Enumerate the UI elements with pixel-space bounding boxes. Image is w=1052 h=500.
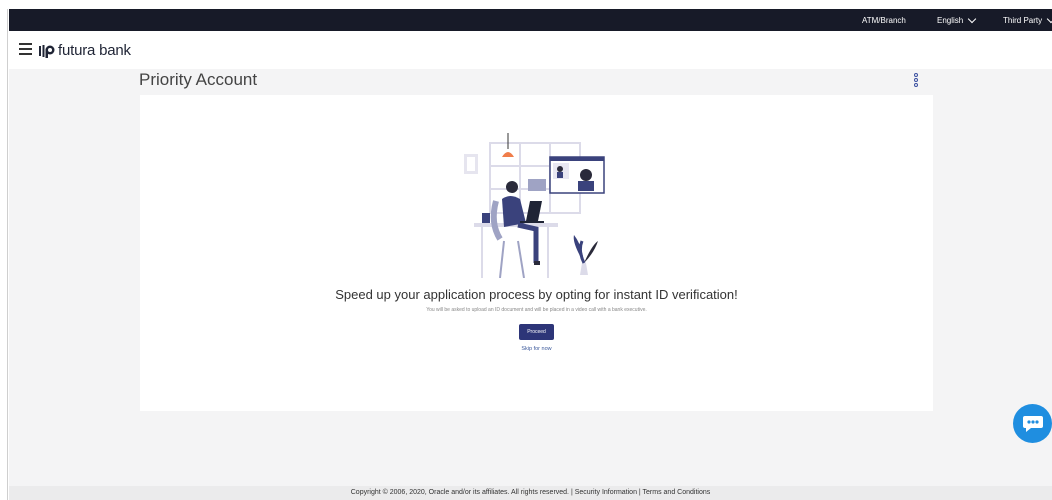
- third-party-label: Third Party: [1003, 16, 1043, 25]
- skip-for-now-link: Skip for now: [140, 346, 933, 352]
- footer: Copyright © 2006, 2020, Oracle and/or it…: [9, 486, 1052, 500]
- atm-branch-link[interactable]: ATM/Branch: [862, 16, 906, 25]
- language-label: English: [937, 16, 964, 25]
- header: futura bank: [9, 31, 1052, 69]
- chatbot-button[interactable]: [1013, 404, 1052, 443]
- third-party-dropdown[interactable]: Third Party: [1003, 14, 1052, 25]
- verification-subtext: You will be asked to upload an ID docume…: [426, 307, 647, 313]
- brand-logo[interactable]: futura bank: [39, 42, 131, 59]
- atm-branch-label: ATM/Branch: [862, 16, 906, 25]
- futura-bank-logo: [39, 44, 55, 58]
- window-edge: [7, 9, 8, 500]
- page-title: Priority Account: [139, 70, 258, 89]
- skip-for-now-label[interactable]: Skip for now: [521, 346, 551, 352]
- page: ATM/Branch English Third Party futura ba…: [0, 0, 1052, 500]
- verification-headline: Speed up your application process by opt…: [335, 287, 738, 302]
- chatbot-icon: [1022, 415, 1043, 432]
- chevron-down-icon: [1046, 14, 1052, 23]
- proceed-button[interactable]: Proceed: [519, 324, 554, 340]
- kebab-menu-icon[interactable]: [914, 73, 920, 87]
- top-bar: ATM/Branch English Third Party: [9, 9, 1052, 31]
- hamburger-menu-icon[interactable]: [19, 43, 32, 55]
- chevron-down-icon: [968, 14, 977, 23]
- video-kyc-illustration: [464, 133, 605, 278]
- footer-text: Copyright © 2006, 2020, Oracle and/or it…: [350, 489, 711, 496]
- brand-name: futura bank: [58, 42, 131, 59]
- language-dropdown[interactable]: English: [937, 14, 977, 25]
